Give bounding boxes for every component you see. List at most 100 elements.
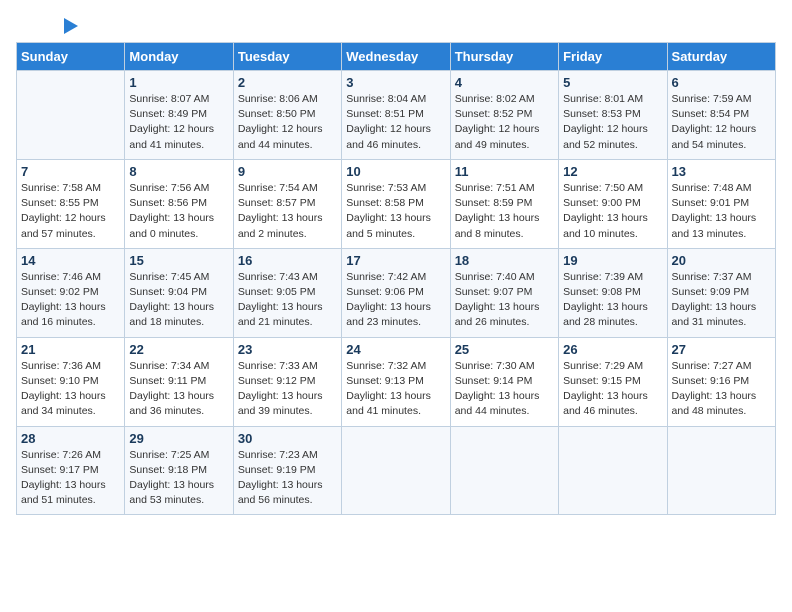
calendar-cell: 13 Sunrise: 7:48 AMSunset: 9:01 PMDayligh… [667,159,775,248]
calendar-cell: 18 Sunrise: 7:40 AMSunset: 9:07 PMDayligh… [450,248,558,337]
day-info: Sunrise: 7:58 AMSunset: 8:55 PMDaylight:… [21,181,120,242]
calendar-cell: 4 Sunrise: 8:02 AMSunset: 8:52 PMDaylight… [450,71,558,160]
weekday-header: Wednesday [342,43,450,71]
calendar-cell: 23Sunrise: 7:33 AMSunset: 9:12 PMDayligh… [233,337,341,426]
day-number: 6 [672,75,771,90]
day-info: Sunrise: 7:59 AMSunset: 8:54 PMDaylight:… [672,92,771,153]
day-number: 13 [672,164,771,179]
day-info: Sunrise: 7:50 AMSunset: 9:00 PMDaylight:… [563,181,662,242]
day-number: 10 [346,164,445,179]
day-info: Sunrise: 7:36 AMSunset: 9:10 PMDaylight:… [21,359,120,420]
day-info: Sunrise: 7:45 AMSunset: 9:04 PMDaylight:… [129,270,228,331]
weekday-header: Sunday [17,43,125,71]
day-info: Sunrise: 7:53 AMSunset: 8:58 PMDaylight:… [346,181,445,242]
calendar-cell: 30 Sunrise: 7:23 AMSunset: 9:19 PMDayligh… [233,426,341,515]
day-info: Sunrise: 7:23 AMSunset: 9:19 PMDaylight:… [238,448,337,509]
day-number: 5 [563,75,662,90]
day-number: 27 [672,342,771,357]
day-info: Sunrise: 7:29 AMSunset: 9:15 PMDaylight:… [563,359,662,420]
calendar-cell: 11 Sunrise: 7:51 AMSunset: 8:59 PMDayligh… [450,159,558,248]
calendar-cell: 29Sunrise: 7:25 AMSunset: 9:18 PMDayligh… [125,426,233,515]
weekday-header: Friday [559,43,667,71]
day-info: Sunrise: 8:04 AMSunset: 8:51 PMDaylight:… [346,92,445,153]
day-number: 1 [129,75,228,90]
day-info: Sunrise: 7:56 AMSunset: 8:56 PMDaylight:… [129,181,228,242]
day-number: 4 [455,75,554,90]
day-number: 9 [238,164,337,179]
day-number: 11 [455,164,554,179]
calendar-week-row: 21 Sunrise: 7:36 AMSunset: 9:10 PMDayligh… [17,337,776,426]
day-number: 24 [346,342,445,357]
calendar-cell [667,426,775,515]
calendar-cell: 8 Sunrise: 7:56 AMSunset: 8:56 PMDaylight… [125,159,233,248]
day-info: Sunrise: 7:51 AMSunset: 8:59 PMDaylight:… [455,181,554,242]
day-info: Sunrise: 7:27 AMSunset: 9:16 PMDaylight:… [672,359,771,420]
calendar-cell: 2Sunrise: 8:06 AMSunset: 8:50 PMDaylight… [233,71,341,160]
calendar-cell [342,426,450,515]
day-info: Sunrise: 7:32 AMSunset: 9:13 PMDaylight:… [346,359,445,420]
day-info: Sunrise: 7:43 AMSunset: 9:05 PMDaylight:… [238,270,337,331]
day-number: 30 [238,431,337,446]
weekday-header: Thursday [450,43,558,71]
calendar-cell: 15 Sunrise: 7:45 AMSunset: 9:04 PMDayligh… [125,248,233,337]
day-number: 12 [563,164,662,179]
day-number: 22 [129,342,228,357]
day-number: 19 [563,253,662,268]
calendar-cell [17,71,125,160]
day-number: 15 [129,253,228,268]
calendar-cell: 10 Sunrise: 7:53 AMSunset: 8:58 PMDayligh… [342,159,450,248]
day-number: 14 [21,253,120,268]
calendar-cell: 12 Sunrise: 7:50 AMSunset: 9:00 PMDayligh… [559,159,667,248]
day-number: 16 [238,253,337,268]
day-info: Sunrise: 7:54 AMSunset: 8:57 PMDaylight:… [238,181,337,242]
day-info: Sunrise: 7:25 AMSunset: 9:18 PMDaylight:… [129,448,228,509]
day-info: Sunrise: 7:39 AMSunset: 9:08 PMDaylight:… [563,270,662,331]
calendar-table: SundayMondayTuesdayWednesdayThursdayFrid… [16,42,776,515]
logo [16,16,78,34]
day-info: Sunrise: 8:02 AMSunset: 8:52 PMDaylight:… [455,92,554,153]
calendar-cell [559,426,667,515]
calendar-cell: 27 Sunrise: 7:27 AMSunset: 9:16 PMDayligh… [667,337,775,426]
calendar-cell: 22 Sunrise: 7:34 AMSunset: 9:11 PMDayligh… [125,337,233,426]
day-info: Sunrise: 7:46 AMSunset: 9:02 PMDaylight:… [21,270,120,331]
day-number: 28 [21,431,120,446]
day-number: 23 [238,342,337,357]
calendar-cell: 24 Sunrise: 7:32 AMSunset: 9:13 PMDayligh… [342,337,450,426]
day-info: Sunrise: 7:37 AMSunset: 9:09 PMDaylight:… [672,270,771,331]
calendar-cell: 28 Sunrise: 7:26 AMSunset: 9:17 PMDayligh… [17,426,125,515]
day-number: 8 [129,164,228,179]
day-number: 20 [672,253,771,268]
day-info: Sunrise: 7:48 AMSunset: 9:01 PMDaylight:… [672,181,771,242]
calendar-cell: 21 Sunrise: 7:36 AMSunset: 9:10 PMDayligh… [17,337,125,426]
calendar-cell: 6 Sunrise: 7:59 AMSunset: 8:54 PMDaylight… [667,71,775,160]
weekday-header: Saturday [667,43,775,71]
day-number: 21 [21,342,120,357]
day-number: 18 [455,253,554,268]
calendar-cell: 14 Sunrise: 7:46 AMSunset: 9:02 PMDayligh… [17,248,125,337]
logo-arrow-icon [64,18,78,34]
day-number: 3 [346,75,445,90]
day-number: 7 [21,164,120,179]
day-info: Sunrise: 8:01 AMSunset: 8:53 PMDaylight:… [563,92,662,153]
calendar-cell: 17Sunrise: 7:42 AMSunset: 9:06 PMDayligh… [342,248,450,337]
day-info: Sunrise: 7:40 AMSunset: 9:07 PMDaylight:… [455,270,554,331]
day-number: 25 [455,342,554,357]
calendar-cell: 16 Sunrise: 7:43 AMSunset: 9:05 PMDayligh… [233,248,341,337]
calendar-cell: 20 Sunrise: 7:37 AMSunset: 9:09 PMDayligh… [667,248,775,337]
calendar-week-row: 14 Sunrise: 7:46 AMSunset: 9:02 PMDayligh… [17,248,776,337]
weekday-header: Monday [125,43,233,71]
calendar-cell: 26Sunrise: 7:29 AMSunset: 9:15 PMDayligh… [559,337,667,426]
calendar-cell [450,426,558,515]
calendar-header: SundayMondayTuesdayWednesdayThursdayFrid… [17,43,776,71]
calendar-cell: 25Sunrise: 7:30 AMSunset: 9:14 PMDayligh… [450,337,558,426]
day-number: 2 [238,75,337,90]
day-info: Sunrise: 7:34 AMSunset: 9:11 PMDaylight:… [129,359,228,420]
calendar-cell: 9 Sunrise: 7:54 AMSunset: 8:57 PMDaylight… [233,159,341,248]
day-info: Sunrise: 7:26 AMSunset: 9:17 PMDaylight:… [21,448,120,509]
page-header [16,16,776,34]
calendar-cell: 3 Sunrise: 8:04 AMSunset: 8:51 PMDaylight… [342,71,450,160]
calendar-cell: 5 Sunrise: 8:01 AMSunset: 8:53 PMDaylight… [559,71,667,160]
day-number: 17 [346,253,445,268]
calendar-week-row: 7 Sunrise: 7:58 AMSunset: 8:55 PMDaylight… [17,159,776,248]
calendar-cell: 1Sunrise: 8:07 AMSunset: 8:49 PMDaylight… [125,71,233,160]
